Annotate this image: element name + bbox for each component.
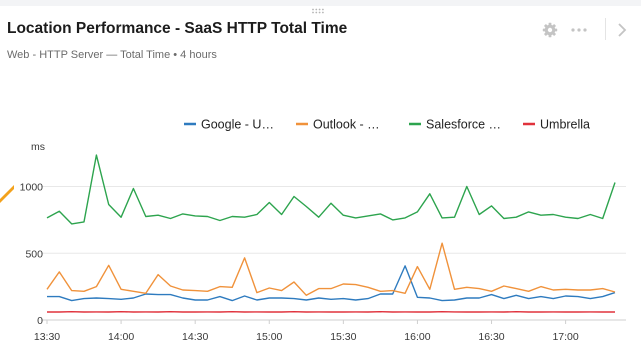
x-tick-label: 15:00	[256, 331, 282, 343]
legend-item-label[interactable]: Google - U…	[201, 118, 274, 132]
x-tick-label: 13:30	[34, 331, 60, 343]
y-axis-label: ms	[31, 141, 45, 153]
x-tick-label: 15:30	[330, 331, 356, 343]
series-layer	[46, 154, 616, 313]
x-tick-label: 16:30	[478, 331, 504, 343]
x-tick-label: 14:00	[108, 331, 134, 343]
x-tick-label: 17:00	[552, 331, 578, 343]
y-tick-label: 0	[37, 315, 43, 327]
legend-item-label[interactable]: Salesforce …	[426, 118, 501, 132]
legend-item-label[interactable]: Outlook - …	[313, 118, 380, 132]
y-tick-label: 1000	[20, 182, 44, 194]
legend-item-label[interactable]: Umbrella	[540, 118, 590, 132]
series-line-1[interactable]	[47, 265, 616, 302]
chart-widget: Location Performance - SaaS HTTP Total T…	[0, 0, 641, 355]
axis-layer: 0 500 1000 ms 13:30 14:00 14:30 15:00 15:30 16:00…	[20, 141, 579, 343]
y-tick-label: 500	[25, 248, 43, 260]
legend: Google - U… Outlook - … Salesforce … Umbrel…	[184, 118, 590, 132]
line-chart: 0 500 1000 ms 13:30 14:00 14:30 15:00 15:30 16:00…	[20, 118, 626, 343]
x-tick-label: 16:00	[404, 331, 430, 343]
series-line-3[interactable]	[46, 154, 616, 225]
x-tick-label: 14:30	[182, 331, 208, 343]
series-line-2[interactable]	[46, 242, 616, 296]
